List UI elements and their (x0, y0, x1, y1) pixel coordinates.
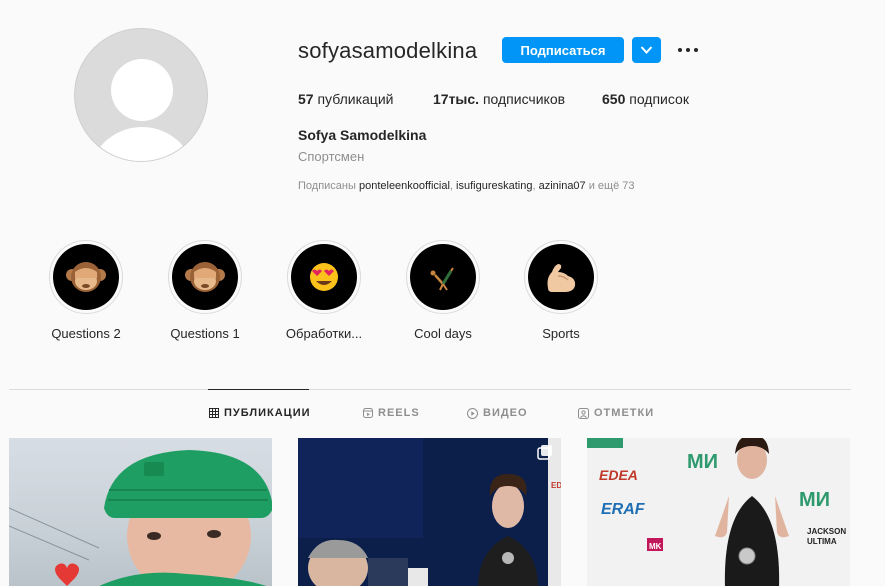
more-options-button[interactable] (675, 38, 701, 62)
highlight-cover (410, 244, 476, 310)
more-dot-icon (686, 48, 690, 52)
active-tab-indicator (208, 389, 309, 390)
highlight-label: Questions 1 (170, 326, 240, 341)
highlight-cool-days[interactable] (406, 240, 480, 314)
posts-count: 57 публикаций (298, 91, 393, 107)
heart-eyes-face-icon (310, 263, 338, 291)
avatar-placeholder-body (88, 127, 196, 161)
suggested-accounts-button[interactable] (632, 37, 661, 63)
chevron-down-icon (640, 46, 653, 54)
post-brand-text: EDEA (599, 467, 638, 483)
post-brand-text: JACKSON (807, 527, 846, 536)
posts-count-value: 57 (298, 91, 314, 107)
highlight-label: Обработки... (285, 326, 363, 341)
highlight-questions-2[interactable] (49, 240, 123, 314)
profile-category: Спортсмен (298, 149, 365, 164)
video-play-icon (467, 407, 478, 419)
follow-button[interactable]: Подписаться (502, 37, 624, 63)
posts-count-label: публикаций (313, 91, 394, 107)
followed-by-account[interactable]: ponteleenkoofficial (359, 180, 450, 192)
svg-text:МИ: МИ (799, 489, 830, 511)
followers-count-label: подписчиков (479, 91, 566, 107)
profile-full-name: Sofya Samodelkina (298, 127, 427, 143)
tab-label: REELS (378, 407, 420, 419)
highlight-questions-1[interactable] (168, 240, 242, 314)
tab-label: ВИДЕО (483, 407, 528, 419)
grid-icon (209, 408, 219, 418)
followed-by[interactable]: Подписаны ponteleenkoofficial, isufigure… (298, 180, 635, 192)
tab-video[interactable]: ВИДЕО (467, 407, 528, 419)
flexed-biceps-icon (547, 264, 576, 292)
svg-text:МИ: МИ (687, 451, 718, 473)
tab-label: ПУБЛИКАЦИИ (224, 407, 311, 419)
post-image (9, 450, 272, 586)
tab-posts[interactable]: ПУБЛИКАЦИИ (209, 407, 311, 419)
see-no-evil-monkey-icon (66, 262, 106, 292)
tabs-divider (9, 389, 851, 390)
reels-icon (363, 408, 373, 418)
see-no-evil-monkey-icon (185, 262, 225, 292)
highlight-cover (172, 244, 238, 310)
highlight-cover (53, 244, 119, 310)
post-brand-text: ULTIMA (807, 537, 837, 546)
followers-count[interactable]: 17тыс. подписчиков (433, 91, 565, 107)
followed-by-more: и ещё 73 (585, 180, 635, 192)
highlight-obrabotki[interactable] (287, 240, 361, 314)
cartwheel-person-icon (430, 267, 454, 291)
profile-avatar[interactable] (74, 28, 208, 162)
highlight-label: Questions 2 (51, 326, 121, 341)
followed-by-prefix: Подписаны (298, 180, 359, 192)
highlight-sports[interactable] (524, 240, 598, 314)
highlight-cover (291, 244, 357, 310)
post-thumbnail[interactable] (9, 438, 272, 586)
highlight-cover (528, 244, 594, 310)
more-dot-icon (694, 48, 698, 52)
post-thumbnail[interactable]: EDEA (298, 438, 561, 586)
more-dot-icon (678, 48, 682, 52)
post-brand-text: ERAF (601, 501, 646, 518)
post-brand-text: EDEA (551, 481, 561, 490)
profile-username: sofyasamodelkina (298, 38, 478, 63)
tab-label: ОТМЕТКИ (594, 407, 655, 419)
highlight-label: Sports (542, 326, 580, 341)
tab-reels[interactable]: REELS (363, 407, 420, 419)
highlight-label: Cool days (414, 326, 472, 341)
post-image: МИ МИ EDEA ERAF MK JACKSON ULTIMA (587, 438, 850, 586)
following-count-label: подписок (625, 91, 689, 107)
followed-by-account[interactable]: azinina07 (539, 180, 586, 192)
tab-tagged[interactable]: ОТМЕТКИ (578, 407, 654, 419)
post-image: EDEA (298, 438, 561, 586)
post-thumbnail[interactable]: МИ МИ EDEA ERAF MK JACKSON ULTIMA (587, 438, 850, 586)
followed-by-account[interactable]: isufigureskating (456, 180, 532, 192)
post-brand-text: MK (649, 542, 662, 551)
following-count-value: 650 (602, 91, 626, 107)
avatar-placeholder-head (111, 59, 173, 121)
followers-count-value: 17тыс. (433, 91, 480, 107)
tagged-icon (578, 407, 589, 419)
following-count[interactable]: 650 подписок (602, 91, 689, 107)
